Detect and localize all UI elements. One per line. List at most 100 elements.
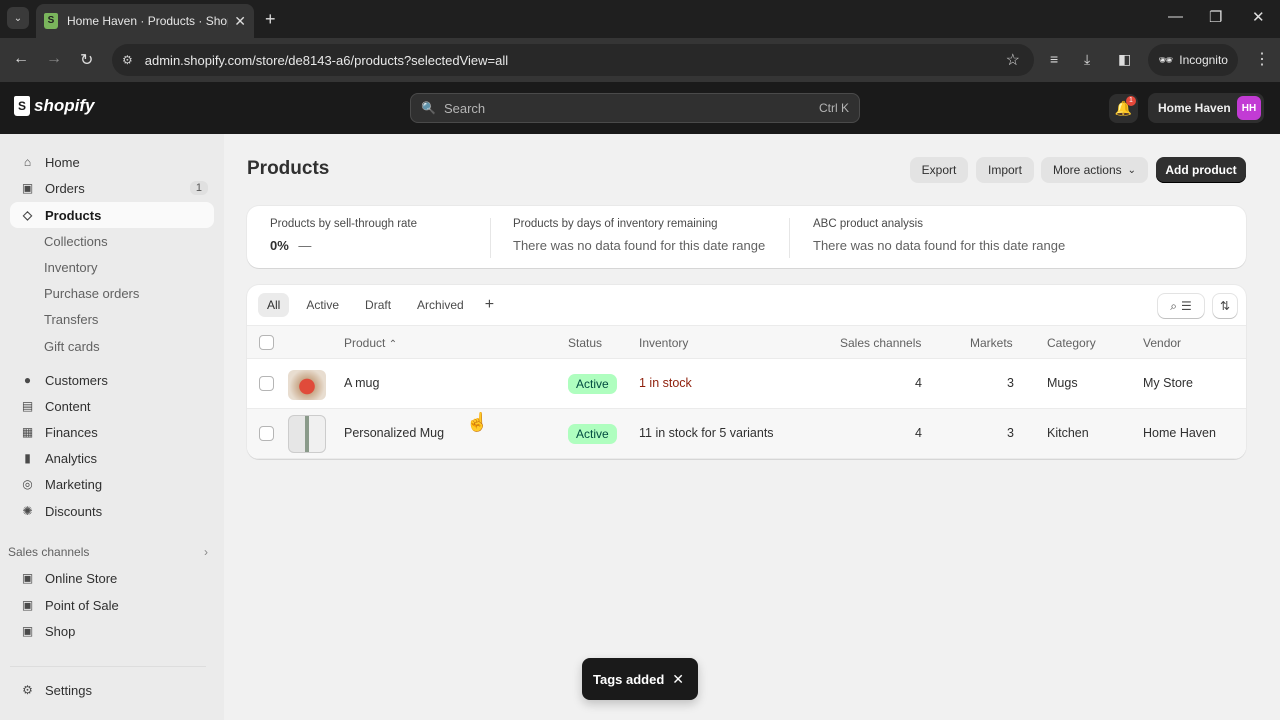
search-filter-button[interactable]: ⌕ ☰ — [1158, 294, 1204, 318]
filter-icon: ☰ — [1180, 299, 1192, 313]
sidebar-item-label: Discounts — [45, 503, 103, 519]
new-tab-button[interactable]: + — [265, 9, 276, 30]
more-actions-button[interactable]: More actions ⌄ — [1041, 157, 1148, 183]
table-row[interactable]: A mug Active 1 in stock 4 3 Mugs My Stor… — [247, 359, 1246, 409]
search-placeholder: Search — [443, 100, 486, 116]
tab-search-button[interactable]: ⌄ — [7, 7, 29, 29]
metric-sell-through[interactable]: Products by sell-through rate 0% — — [270, 218, 417, 253]
column-category: Category — [1047, 336, 1096, 350]
search-shortcut: Ctrl K — [819, 101, 849, 115]
sidebar-subitem-collections[interactable]: Collections — [44, 234, 108, 249]
export-button[interactable]: Export — [910, 157, 968, 183]
sidebar-item-home[interactable]: ⌂ Home — [10, 149, 214, 175]
discount-icon: ✺ — [22, 504, 33, 518]
sales-channels-header[interactable]: Sales channels › — [8, 545, 208, 559]
sales-channels-label: Sales channels — [8, 545, 90, 559]
orders-count-badge: 1 — [189, 181, 208, 195]
sidebar-item-content[interactable]: ▤ Content — [10, 393, 214, 419]
tab-archived[interactable]: Archived — [408, 293, 473, 317]
sidebar-item-marketing[interactable]: ◎ Marketing — [10, 471, 214, 497]
page-title: Products — [247, 158, 330, 179]
metric-abc-analysis[interactable]: ABC product analysis There was no data f… — [813, 218, 1065, 253]
browser-tab[interactable]: S Home Haven · Products · Shopify ✕ — [36, 4, 254, 38]
sidebar-item-online-store[interactable]: ▣ Online Store — [10, 565, 214, 591]
chevron-right-icon: › — [204, 545, 208, 559]
tab-all[interactable]: All — [258, 293, 290, 317]
chevron-down-icon: ⌄ — [1127, 164, 1137, 176]
avatar: HH — [1237, 96, 1261, 120]
table-header: Product ⌃ Status Inventory Sales channel… — [247, 325, 1246, 359]
restore-button[interactable]: ❐ — [1209, 8, 1222, 26]
product-name[interactable]: Personalized Mug — [344, 426, 444, 440]
gear-icon: ⚙ — [22, 683, 33, 697]
minimize-button[interactable]: — — [1168, 8, 1183, 25]
back-icon[interactable]: ← — [13, 50, 29, 68]
sidebar-subitem-inventory[interactable]: Inventory — [44, 260, 97, 275]
category-value: Mugs — [1047, 376, 1078, 390]
select-all-checkbox[interactable] — [259, 335, 274, 350]
sidebar-item-customers[interactable]: ● Customers — [10, 367, 214, 393]
sidebar-item-label: Settings — [45, 682, 92, 698]
row-checkbox[interactable] — [259, 426, 274, 441]
add-product-button[interactable]: Add product — [1156, 157, 1246, 183]
product-name[interactable]: A mug — [344, 376, 379, 390]
toast-close-icon[interactable]: ✕ — [672, 671, 684, 688]
sidebar-subitem-transfers[interactable]: Transfers — [44, 312, 98, 327]
import-button[interactable]: Import — [976, 157, 1034, 183]
side-panel-icon[interactable]: ◧ — [1118, 51, 1131, 68]
products-table-card: All Active Draft Archived + ⌕ ☰ ⇅ Produc… — [247, 285, 1246, 459]
sidebar-item-label: Products — [45, 207, 102, 223]
address-bar[interactable]: ⚙ admin.shopify.com/store/de8143-a6/prod… — [112, 44, 1034, 76]
column-status: Status — [568, 336, 603, 350]
row-checkbox[interactable] — [259, 376, 274, 391]
metric-days-inventory[interactable]: Products by days of inventory remaining … — [513, 218, 765, 253]
close-tab-icon[interactable]: ✕ — [234, 13, 246, 30]
column-vendor: Vendor — [1143, 336, 1182, 350]
sidebar-item-label: Finances — [45, 424, 98, 440]
vendor-value: My Store — [1143, 376, 1194, 390]
column-product[interactable]: Product ⌃ — [344, 336, 397, 350]
tab-active[interactable]: Active — [297, 293, 348, 317]
sidebar-item-settings[interactable]: ⚙ Settings — [10, 677, 214, 703]
sidebar-item-finances[interactable]: ▦ Finances — [10, 419, 214, 445]
sidebar-item-point-of-sale[interactable]: ▣ Point of Sale — [10, 592, 214, 618]
sidebar-item-label: Shop — [45, 623, 76, 639]
close-window-button[interactable]: ✕ — [1252, 8, 1265, 26]
metric-divider — [490, 218, 491, 258]
sidebar-subitem-purchase-orders[interactable]: Purchase orders — [44, 286, 139, 301]
shopify-logo[interactable]: S shopify — [14, 96, 94, 116]
download-icon[interactable]: ⤓ — [1084, 51, 1090, 68]
notifications-button[interactable]: 🔔 1 — [1109, 94, 1138, 123]
hand-pointer-cursor-icon: ☝ — [466, 412, 489, 432]
incognito-icon: 🕶 — [1158, 53, 1174, 67]
add-view-button[interactable]: + — [481, 293, 498, 317]
reload-icon[interactable]: ↻ — [80, 50, 93, 70]
store-menu-button[interactable]: Home Haven HH — [1148, 93, 1264, 123]
inbox-icon: ▣ — [21, 181, 34, 195]
sidebar-item-analytics[interactable]: ▮ Analytics — [10, 445, 214, 471]
site-info-icon[interactable]: ⚙ — [122, 53, 133, 67]
bar-chart-icon: ▮ — [24, 451, 31, 465]
table-row[interactable]: Personalized Mug Active 11 in stock for … — [247, 409, 1246, 459]
column-label: Product — [344, 336, 386, 350]
browser-menu-icon[interactable]: ⋮ — [1254, 49, 1270, 69]
sidebar-item-products[interactable]: ◇ Products — [10, 202, 214, 228]
bookmark-star-icon[interactable]: ☆ — [1006, 50, 1020, 70]
sidebar-subitem-gift-cards[interactable]: Gift cards — [44, 339, 100, 354]
sidebar-item-shop[interactable]: ▣ Shop — [10, 618, 214, 644]
tab-draft[interactable]: Draft — [356, 293, 400, 317]
search-icon: 🔍 — [421, 101, 436, 115]
tab-title: Home Haven · Products · Shopify — [67, 14, 229, 28]
metric-value: There was no data found for this date ra… — [813, 238, 1066, 253]
forward-icon[interactable]: → — [46, 50, 62, 68]
sort-button[interactable]: ⇅ — [1213, 294, 1237, 318]
metric-label: Products by days of inventory remaining — [513, 218, 718, 230]
sidebar-item-orders[interactable]: ▣ Orders 1 — [10, 175, 214, 201]
search-input[interactable]: 🔍 Search Ctrl K — [410, 93, 860, 123]
incognito-indicator[interactable]: 🕶 Incognito — [1148, 44, 1238, 76]
incognito-label: Incognito — [1179, 53, 1228, 67]
column-sales-channels: Sales channels — [840, 336, 922, 350]
media-control-icon[interactable]: ≡ — [1050, 51, 1058, 67]
more-actions-label: More actions — [1052, 163, 1122, 177]
sidebar-item-discounts[interactable]: ✺ Discounts — [10, 498, 214, 524]
